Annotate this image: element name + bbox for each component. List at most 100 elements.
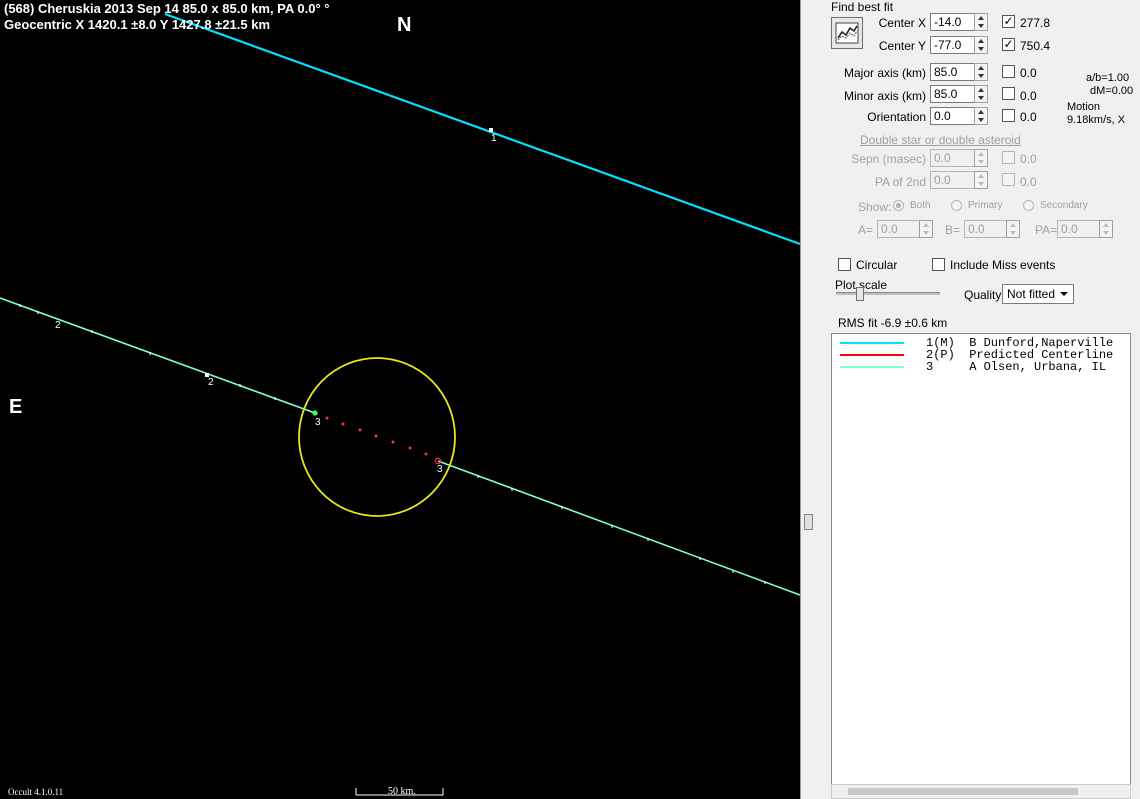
minor-axis-checkbox[interactable] <box>1002 87 1015 100</box>
chevron-down-icon <box>1060 292 1068 296</box>
center-y-spinner[interactable] <box>974 36 988 54</box>
chord-label-3a: 3 <box>315 417 321 428</box>
plot-scale-slider[interactable] <box>856 287 864 301</box>
observer-text: 3 A Olsen, Urbana, IL <box>926 360 1107 374</box>
chord-3-line-right <box>437 460 800 596</box>
show-both-radio[interactable] <box>893 200 904 211</box>
plot-geocentric: Geocentric X 1420.1 ±8.0 Y 1427.8 ±21.5 … <box>4 17 271 32</box>
minor-axis-spinner[interactable] <box>974 85 988 103</box>
chord-label-2a: 2 <box>55 320 61 331</box>
show-label: Show: <box>858 200 892 214</box>
orientation-readout: 0.0 <box>1020 110 1037 124</box>
plot-scale-track[interactable] <box>836 292 940 295</box>
observer-color-swatch <box>840 354 904 356</box>
rms-fit-label: RMS fit -6.9 ±0.6 km <box>838 316 948 330</box>
chord-label-3b: 3 <box>437 464 443 475</box>
pa2nd-spinner[interactable] <box>974 171 988 189</box>
fit-chart-icon <box>835 22 859 44</box>
pa-spinner[interactable] <box>1099 220 1113 238</box>
a-label: A= <box>858 223 874 237</box>
sepn-readout: 0.0 <box>1020 152 1037 166</box>
quality-label: Quality <box>964 288 1002 302</box>
find-best-fit-button[interactable] <box>831 17 863 49</box>
orientation-input[interactable] <box>930 107 976 125</box>
quality-value: Not fitted <box>1007 287 1056 301</box>
center-x-checkbox[interactable]: ✓ <box>1002 15 1015 28</box>
chord-1-marker <box>489 128 493 132</box>
chord-3-line-left <box>0 297 316 414</box>
check-icon: ✓ <box>1003 14 1014 28</box>
chord-3-disappear-marker <box>312 410 318 416</box>
scroll-thumb[interactable] <box>848 788 1078 795</box>
pa-input[interactable] <box>1057 220 1101 238</box>
chord-1-line <box>164 12 800 246</box>
pa2nd-checkbox[interactable] <box>1002 173 1015 186</box>
motion-label: Motion <box>1067 101 1101 113</box>
observer-list-scrollbar[interactable] <box>831 784 1131 799</box>
version-label: Occult 4.1.0.11 <box>8 787 64 797</box>
motion-value: 9.18km/s, X <box>1067 114 1126 126</box>
minor-axis-label: Minor axis (km) <box>843 89 926 103</box>
include-miss-label: Include Miss events <box>950 258 1056 272</box>
sepn-spinner[interactable] <box>974 149 988 167</box>
center-x-spinner[interactable] <box>974 13 988 31</box>
major-axis-label: Major axis (km) <box>843 66 926 80</box>
plot-title: (568) Cheruskia 2013 Sep 14 85.0 x 85.0 … <box>4 1 330 16</box>
predicted-centerline <box>325 416 428 456</box>
orientation-spinner[interactable] <box>974 107 988 125</box>
show-primary-label: Primary <box>968 200 1003 211</box>
list-item[interactable]: 3 A Olsen, Urbana, IL <box>832 360 1130 374</box>
sepn-label: Sepn (masec) <box>851 152 926 166</box>
orientation-checkbox[interactable] <box>1002 109 1015 122</box>
scale-label: 50 km. <box>388 786 416 797</box>
chord-label-1: 1 <box>491 133 497 144</box>
double-star-link[interactable]: Double star or double asteroid <box>860 133 1021 147</box>
circular-label: Circular <box>856 258 898 272</box>
quality-select[interactable]: Not fitted <box>1002 284 1074 304</box>
minor-axis-input[interactable] <box>930 85 976 103</box>
circular-checkbox[interactable] <box>838 258 851 271</box>
observer-color-swatch <box>840 366 904 368</box>
b-input[interactable] <box>964 220 1008 238</box>
center-x-input[interactable] <box>930 13 976 31</box>
vertical-scrollbar[interactable] <box>800 0 821 799</box>
ab-ratio: a/b=1.00 <box>1086 72 1130 84</box>
show-primary-radio[interactable] <box>951 200 962 211</box>
center-y-input[interactable] <box>930 36 976 54</box>
center-x-readout: 277.8 <box>1020 16 1051 30</box>
b-label: B= <box>945 223 961 237</box>
major-axis-input[interactable] <box>930 63 976 81</box>
show-secondary-label: Secondary <box>1040 200 1088 211</box>
pa-label: PA= <box>1035 223 1058 237</box>
center-y-readout: 750.4 <box>1020 39 1051 53</box>
a-input[interactable] <box>877 220 921 238</box>
north-label: N <box>397 14 412 36</box>
center-y-label: Center Y <box>878 39 926 53</box>
show-secondary-radio[interactable] <box>1023 200 1034 211</box>
sepn-checkbox[interactable] <box>1002 151 1015 164</box>
chord-label-2b: 2 <box>208 377 214 388</box>
observer-list[interactable]: 1(M) B Dunford,Naperville 2(P) Predicted… <box>831 333 1131 788</box>
scroll-grip[interactable] <box>804 514 813 530</box>
fit-panel: Find best fit Center X ✓ 277.8 Center Y … <box>820 0 1140 799</box>
major-axis-spinner[interactable] <box>974 63 988 81</box>
dm-value: dM=0.00 <box>1090 85 1134 97</box>
pa2nd-label: PA of 2nd <box>874 175 926 189</box>
plot-area[interactable]: 1 2 2 3 3 (568) Cheruskia 2013 Sep 14 85… <box>0 0 800 799</box>
orientation-label: Orientation <box>867 110 926 124</box>
check-icon: ✓ <box>1003 37 1014 51</box>
pa2nd-readout: 0.0 <box>1020 175 1037 189</box>
occultation-plot: 1 2 2 3 3 <box>0 12 800 796</box>
observer-color-swatch <box>840 342 904 344</box>
find-best-fit-label: Find best fit <box>831 0 894 14</box>
pa2nd-input[interactable] <box>930 171 976 189</box>
center-y-checkbox[interactable]: ✓ <box>1002 38 1015 51</box>
sepn-input[interactable] <box>930 149 976 167</box>
major-axis-checkbox[interactable] <box>1002 65 1015 78</box>
major-axis-readout: 0.0 <box>1020 66 1037 80</box>
center-x-label: Center X <box>878 16 926 30</box>
b-spinner[interactable] <box>1006 220 1020 238</box>
a-spinner[interactable] <box>919 220 933 238</box>
minor-axis-readout: 0.0 <box>1020 89 1037 103</box>
include-miss-checkbox[interactable] <box>932 258 945 271</box>
